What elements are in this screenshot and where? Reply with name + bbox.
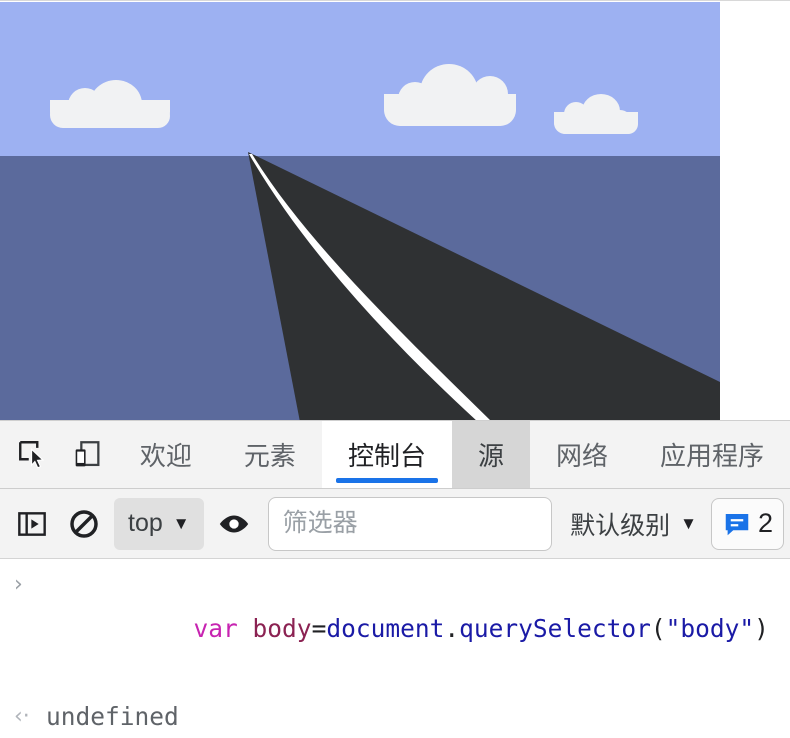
road-shape — [248, 152, 720, 420]
tab-network-label: 网络 — [555, 441, 608, 471]
console-output[interactable]: › var body=document.querySelector("body"… — [0, 559, 790, 738]
clear-console-glyph — [70, 509, 98, 538]
message-icon — [725, 513, 749, 535]
console-filter-input[interactable] — [282, 509, 538, 538]
browser-viewport — [0, 0, 790, 420]
tab-application[interactable]: 应用程序 — [634, 421, 790, 488]
console-result-undefined: undefined — [46, 702, 179, 731]
devtools-panel: 欢迎 元素 控制台 源 网络 应用程序 top ▼ 筛选器 默认级别 ▼ 2 ›… — [0, 420, 790, 738]
device-toolbar-icon[interactable] — [60, 421, 114, 488]
chevron-down-icon-level: ▼ — [680, 514, 697, 533]
clear-console-icon[interactable] — [58, 498, 110, 550]
tab-welcome-label: 欢迎 — [139, 441, 192, 471]
cloud-right — [554, 94, 638, 134]
tab-welcome[interactable]: 欢迎 — [114, 421, 218, 488]
screenshot-root: 欢迎 元素 控制台 源 网络 应用程序 top ▼ 筛选器 默认级别 ▼ 2 ›… — [0, 0, 790, 738]
token-var-keyword: var — [193, 614, 238, 643]
console-input-line-1[interactable]: › var body=document.querySelector("body"… — [0, 563, 790, 695]
token-queryselector: querySelector — [459, 614, 651, 643]
tab-sources[interactable]: 源 — [451, 421, 530, 488]
tab-network[interactable]: 网络 — [530, 421, 634, 488]
prompt-arrow-icon-1: › — [14, 572, 23, 597]
execution-context-value: top — [128, 509, 163, 537]
execution-context-select[interactable]: top ▼ — [114, 497, 204, 550]
inspect-element-glyph — [19, 440, 45, 468]
token-space-1 — [238, 614, 253, 643]
tab-console[interactable]: 控制台 — [321, 421, 452, 488]
console-code-1: var body=document.querySelector("body") — [46, 563, 769, 695]
chevron-down-icon: ▼ — [172, 514, 190, 533]
return-arrow-icon-1: ‹· — [14, 704, 30, 729]
token-document: document — [326, 614, 445, 643]
tab-elements[interactable]: 元素 — [218, 421, 322, 488]
token-paren-open: ( — [650, 614, 666, 643]
eye-icon[interactable] — [208, 498, 260, 550]
console-filter-box[interactable] — [267, 496, 553, 551]
device-toolbar-glyph — [75, 440, 100, 466]
tab-sources-label: 源 — [477, 441, 504, 471]
eye-glyph — [219, 515, 248, 532]
message-count-label: 2 — [757, 508, 773, 538]
cloud-center — [384, 64, 516, 126]
tab-elements-label: 元素 — [243, 441, 296, 471]
token-paren-close: ) — [754, 614, 769, 643]
console-sidebar-glyph — [18, 511, 46, 536]
token-equals-1: = — [311, 614, 327, 643]
token-dot-1: . — [444, 614, 460, 643]
tab-application-label: 应用程序 — [659, 441, 764, 471]
token-body-string: "body" — [665, 614, 755, 643]
token-body-ident: body — [252, 614, 312, 643]
road-illustration-image — [0, 2, 720, 420]
devtools-tabstrip: 欢迎 元素 控制台 源 网络 应用程序 — [0, 421, 790, 489]
tab-console-label: 控制台 — [347, 441, 426, 471]
console-toolbar: top ▼ 默认级别 ▼ — [0, 489, 790, 559]
cloud-left — [50, 80, 170, 128]
console-output-line-1: ‹· undefined — [0, 695, 790, 738]
message-count-badge[interactable]: 2 — [710, 497, 784, 550]
console-sidebar-icon[interactable] — [6, 498, 58, 550]
inspect-element-icon[interactable] — [6, 421, 60, 488]
log-level-select[interactable]: 默认级别 ▼ — [562, 506, 705, 542]
log-level-label: 默认级别 — [570, 511, 671, 540]
